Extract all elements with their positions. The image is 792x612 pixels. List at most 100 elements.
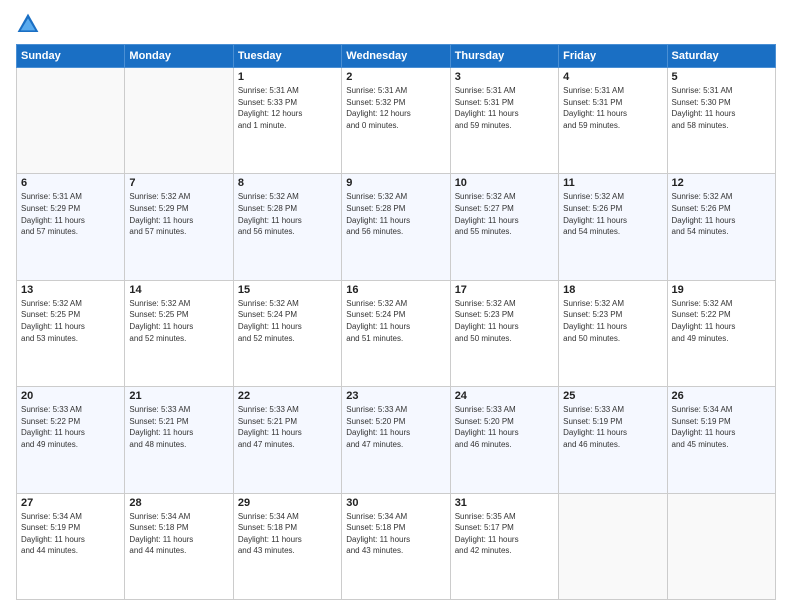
calendar-cell: 21 Sunrise: 5:33 AM Sunset: 5:21 PM Dayli… xyxy=(125,387,233,493)
day-info: Sunrise: 5:32 AM Sunset: 5:28 PM Dayligh… xyxy=(238,191,337,237)
day-number: 1 xyxy=(238,71,337,83)
day-number: 27 xyxy=(21,497,120,509)
calendar-cell: 2 Sunrise: 5:31 AM Sunset: 5:32 PM Daylig… xyxy=(342,68,450,174)
day-info: Sunrise: 5:32 AM Sunset: 5:25 PM Dayligh… xyxy=(129,298,228,344)
calendar-cell: 4 Sunrise: 5:31 AM Sunset: 5:31 PM Daylig… xyxy=(559,68,667,174)
day-info: Sunrise: 5:34 AM Sunset: 5:19 PM Dayligh… xyxy=(672,404,771,450)
day-number: 2 xyxy=(346,71,445,83)
day-number: 19 xyxy=(672,284,771,296)
day-number: 16 xyxy=(346,284,445,296)
day-number: 28 xyxy=(129,497,228,509)
calendar-cell: 5 Sunrise: 5:31 AM Sunset: 5:30 PM Daylig… xyxy=(667,68,775,174)
day-number: 13 xyxy=(21,284,120,296)
calendar-cell: 10 Sunrise: 5:32 AM Sunset: 5:27 PM Dayli… xyxy=(450,174,558,280)
calendar-cell: 19 Sunrise: 5:32 AM Sunset: 5:22 PM Dayli… xyxy=(667,280,775,386)
day-info: Sunrise: 5:33 AM Sunset: 5:21 PM Dayligh… xyxy=(238,404,337,450)
calendar-cell: 11Sunrise: 5:32 AM Sunset: 5:26 PM Dayli… xyxy=(559,174,667,280)
day-number: 9 xyxy=(346,177,445,189)
calendar-cell: 30 Sunrise: 5:34 AM Sunset: 5:18 PM Dayli… xyxy=(342,493,450,599)
logo-icon xyxy=(16,12,40,36)
calendar-cell: 24 Sunrise: 5:33 AM Sunset: 5:20 PM Dayli… xyxy=(450,387,558,493)
day-info: Sunrise: 5:31 AM Sunset: 5:29 PM Dayligh… xyxy=(21,191,120,237)
calendar-cell: 12 Sunrise: 5:32 AM Sunset: 5:26 PM Dayli… xyxy=(667,174,775,280)
day-info: Sunrise: 5:34 AM Sunset: 5:18 PM Dayligh… xyxy=(346,511,445,557)
calendar-cell: 3 Sunrise: 5:31 AM Sunset: 5:31 PM Daylig… xyxy=(450,68,558,174)
day-number: 25 xyxy=(563,390,662,402)
calendar-cell: 20 Sunrise: 5:33 AM Sunset: 5:22 PM Dayli… xyxy=(17,387,125,493)
day-number: 31 xyxy=(455,497,554,509)
calendar-cell: 18Sunrise: 5:32 AM Sunset: 5:23 PM Dayli… xyxy=(559,280,667,386)
calendar-cell: 14 Sunrise: 5:32 AM Sunset: 5:25 PM Dayli… xyxy=(125,280,233,386)
calendar-cell xyxy=(667,493,775,599)
calendar-cell: 15 Sunrise: 5:32 AM Sunset: 5:24 PM Dayli… xyxy=(233,280,341,386)
day-number: 3 xyxy=(455,71,554,83)
day-info: Sunrise: 5:33 AM Sunset: 5:19 PM Dayligh… xyxy=(563,404,662,450)
day-number: 7 xyxy=(129,177,228,189)
day-number: 24 xyxy=(455,390,554,402)
day-info: Sunrise: 5:31 AM Sunset: 5:33 PM Dayligh… xyxy=(238,85,337,131)
calendar-cell: 8 Sunrise: 5:32 AM Sunset: 5:28 PM Daylig… xyxy=(233,174,341,280)
weekday-header-thursday: Thursday xyxy=(450,45,558,68)
calendar-cell: 17Sunrise: 5:32 AM Sunset: 5:23 PM Dayli… xyxy=(450,280,558,386)
day-info: Sunrise: 5:31 AM Sunset: 5:30 PM Dayligh… xyxy=(672,85,771,131)
day-number: 14 xyxy=(129,284,228,296)
day-info: Sunrise: 5:32 AM Sunset: 5:25 PM Dayligh… xyxy=(21,298,120,344)
day-info: Sunrise: 5:33 AM Sunset: 5:20 PM Dayligh… xyxy=(346,404,445,450)
calendar: SundayMondayTuesdayWednesdayThursdayFrid… xyxy=(16,44,776,600)
day-info: Sunrise: 5:32 AM Sunset: 5:27 PM Dayligh… xyxy=(455,191,554,237)
weekday-header-tuesday: Tuesday xyxy=(233,45,341,68)
day-info: Sunrise: 5:33 AM Sunset: 5:20 PM Dayligh… xyxy=(455,404,554,450)
calendar-cell: 28 Sunrise: 5:34 AM Sunset: 5:18 PM Dayli… xyxy=(125,493,233,599)
weekday-header-saturday: Saturday xyxy=(667,45,775,68)
day-info: Sunrise: 5:34 AM Sunset: 5:18 PM Dayligh… xyxy=(238,511,337,557)
day-number: 10 xyxy=(455,177,554,189)
weekday-header-sunday: Sunday xyxy=(17,45,125,68)
day-number: 18 xyxy=(563,284,662,296)
calendar-cell: 16Sunrise: 5:32 AM Sunset: 5:24 PM Dayli… xyxy=(342,280,450,386)
day-number: 6 xyxy=(21,177,120,189)
day-info: Sunrise: 5:33 AM Sunset: 5:22 PM Dayligh… xyxy=(21,404,120,450)
day-info: Sunrise: 5:31 AM Sunset: 5:31 PM Dayligh… xyxy=(563,85,662,131)
day-number: 26 xyxy=(672,390,771,402)
calendar-cell xyxy=(559,493,667,599)
calendar-cell: 7 Sunrise: 5:32 AM Sunset: 5:29 PM Daylig… xyxy=(125,174,233,280)
day-info: Sunrise: 5:32 AM Sunset: 5:26 PM Dayligh… xyxy=(672,191,771,237)
day-number: 30 xyxy=(346,497,445,509)
weekday-header-wednesday: Wednesday xyxy=(342,45,450,68)
day-number: 5 xyxy=(672,71,771,83)
calendar-cell: 9 Sunrise: 5:32 AM Sunset: 5:28 PM Daylig… xyxy=(342,174,450,280)
day-number: 12 xyxy=(672,177,771,189)
calendar-cell: 27 Sunrise: 5:34 AM Sunset: 5:19 PM Dayli… xyxy=(17,493,125,599)
day-number: 20 xyxy=(21,390,120,402)
day-info: Sunrise: 5:32 AM Sunset: 5:28 PM Dayligh… xyxy=(346,191,445,237)
day-number: 21 xyxy=(129,390,228,402)
logo xyxy=(16,12,44,36)
day-number: 11 xyxy=(563,177,662,189)
calendar-cell: 29 Sunrise: 5:34 AM Sunset: 5:18 PM Dayli… xyxy=(233,493,341,599)
calendar-cell: 1 Sunrise: 5:31 AM Sunset: 5:33 PM Daylig… xyxy=(233,68,341,174)
calendar-cell: 22Sunrise: 5:33 AM Sunset: 5:21 PM Dayli… xyxy=(233,387,341,493)
day-number: 29 xyxy=(238,497,337,509)
day-info: Sunrise: 5:32 AM Sunset: 5:22 PM Dayligh… xyxy=(672,298,771,344)
day-info: Sunrise: 5:31 AM Sunset: 5:31 PM Dayligh… xyxy=(455,85,554,131)
calendar-cell: 6 Sunrise: 5:31 AM Sunset: 5:29 PM Daylig… xyxy=(17,174,125,280)
day-info: Sunrise: 5:32 AM Sunset: 5:24 PM Dayligh… xyxy=(238,298,337,344)
day-info: Sunrise: 5:32 AM Sunset: 5:29 PM Dayligh… xyxy=(129,191,228,237)
calendar-cell: 26 Sunrise: 5:34 AM Sunset: 5:19 PM Dayli… xyxy=(667,387,775,493)
calendar-cell: 13 Sunrise: 5:32 AM Sunset: 5:25 PM Dayli… xyxy=(17,280,125,386)
day-number: 23 xyxy=(346,390,445,402)
day-number: 8 xyxy=(238,177,337,189)
day-number: 15 xyxy=(238,284,337,296)
day-info: Sunrise: 5:32 AM Sunset: 5:23 PM Dayligh… xyxy=(455,298,554,344)
calendar-cell xyxy=(17,68,125,174)
day-number: 4 xyxy=(563,71,662,83)
day-info: Sunrise: 5:34 AM Sunset: 5:19 PM Dayligh… xyxy=(21,511,120,557)
day-info: Sunrise: 5:31 AM Sunset: 5:32 PM Dayligh… xyxy=(346,85,445,131)
day-info: Sunrise: 5:35 AM Sunset: 5:17 PM Dayligh… xyxy=(455,511,554,557)
calendar-cell: 25 Sunrise: 5:33 AM Sunset: 5:19 PM Dayli… xyxy=(559,387,667,493)
calendar-cell: 31 Sunrise: 5:35 AM Sunset: 5:17 PM Dayli… xyxy=(450,493,558,599)
weekday-header-monday: Monday xyxy=(125,45,233,68)
calendar-cell: 23 Sunrise: 5:33 AM Sunset: 5:20 PM Dayli… xyxy=(342,387,450,493)
day-info: Sunrise: 5:34 AM Sunset: 5:18 PM Dayligh… xyxy=(129,511,228,557)
day-info: Sunrise: 5:33 AM Sunset: 5:21 PM Dayligh… xyxy=(129,404,228,450)
